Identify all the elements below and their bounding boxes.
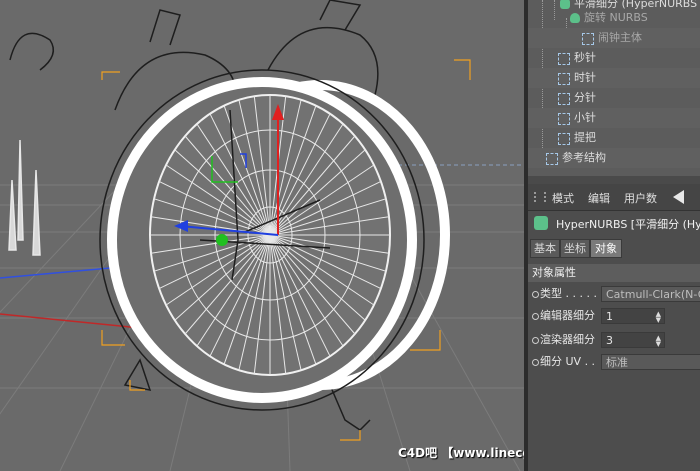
spline-icon (582, 33, 594, 45)
attribute-menubar: 模式 编辑 用户数 (528, 184, 700, 211)
tree-item-handle[interactable]: 提把 (528, 128, 700, 148)
spline-icon (558, 73, 570, 85)
property-subdivide-uv: 细分 UV . . 标准 (528, 352, 700, 372)
clock-hands-background (8, 139, 41, 256)
subdivide-uv-dropdown[interactable]: 标准 (601, 354, 700, 370)
object-manager: 平滑细分 (HyperNURBS 旋转 NURBS 闹钟主体 秒针 时针 分针 … (528, 0, 700, 176)
property-render-subdivision: 渲染器细分 3 ▲ ▼ (528, 330, 700, 350)
animate-dot-icon[interactable] (532, 337, 539, 344)
spinner-arrows-icon: ▲ ▼ (655, 310, 661, 324)
tree-item-hour-hand[interactable]: 时针 (528, 68, 700, 88)
tree-item-minute-hand[interactable]: 分针 (528, 88, 700, 108)
grip-icon[interactable] (534, 192, 546, 202)
spline-icon (558, 113, 570, 125)
tree-item-lathe-nurbs[interactable]: 旋转 NURBS (528, 8, 700, 28)
animate-dot-icon[interactable] (532, 359, 539, 366)
section-header: 对象属性 (528, 264, 700, 282)
lathe-nurbs-icon (570, 13, 580, 23)
spline-icon (558, 133, 570, 145)
property-editor-subdivision: 编辑器细分 1 ▲ ▼ (528, 306, 700, 326)
menu-mode[interactable]: 模式 (552, 190, 574, 206)
render-subdivision-spinner[interactable]: 3 ▲ ▼ (601, 332, 665, 348)
tree-item-reference[interactable]: 参考结构 (528, 148, 700, 168)
spline-icon (558, 53, 570, 65)
back-arrow-icon[interactable] (673, 190, 684, 204)
object-title: HyperNURBS [平滑细分 (Hyp (528, 214, 700, 234)
spline-icon (558, 93, 570, 105)
animate-dot-icon[interactable] (532, 291, 539, 298)
world-axis-blue (0, 267, 111, 279)
tab-basic[interactable]: 基本 (530, 239, 560, 258)
animate-dot-icon[interactable] (532, 313, 539, 320)
tab-object[interactable]: 对象 (590, 239, 622, 258)
3d-viewport[interactable]: C4D吧 【www.linecg.com/tieba/1799】 (0, 0, 524, 471)
property-type: 类型 . . . . . Catmull-Clark(N-G (528, 284, 700, 304)
watermark: C4D吧 【www.linecg.com/tieba/1799】 (398, 446, 524, 460)
menu-user-data[interactable]: 用户数 (624, 190, 664, 206)
right-panel: 平滑细分 (HyperNURBS 旋转 NURBS 闹钟主体 秒针 时针 分针 … (528, 0, 700, 471)
type-dropdown[interactable]: Catmull-Clark(N-G (601, 286, 700, 302)
tab-coordinates[interactable]: 坐标 (560, 239, 590, 258)
hypernurbs-icon (534, 216, 548, 230)
tree-item-second-hand[interactable]: 秒针 (528, 48, 700, 68)
viewport-scene (0, 0, 524, 471)
tree-item-clock-body[interactable]: 闹钟主体 (528, 28, 700, 48)
menu-edit[interactable]: 编辑 (588, 190, 610, 206)
attribute-manager: 模式 编辑 用户数 HyperNURBS [平滑细分 (Hyp 基本 坐标 对象… (528, 184, 700, 471)
spline-icon (546, 153, 558, 165)
tree-item-small-hand[interactable]: 小针 (528, 108, 700, 128)
editor-subdivision-spinner[interactable]: 1 ▲ ▼ (601, 308, 665, 324)
spinner-arrows-icon: ▲ ▼ (655, 334, 661, 348)
